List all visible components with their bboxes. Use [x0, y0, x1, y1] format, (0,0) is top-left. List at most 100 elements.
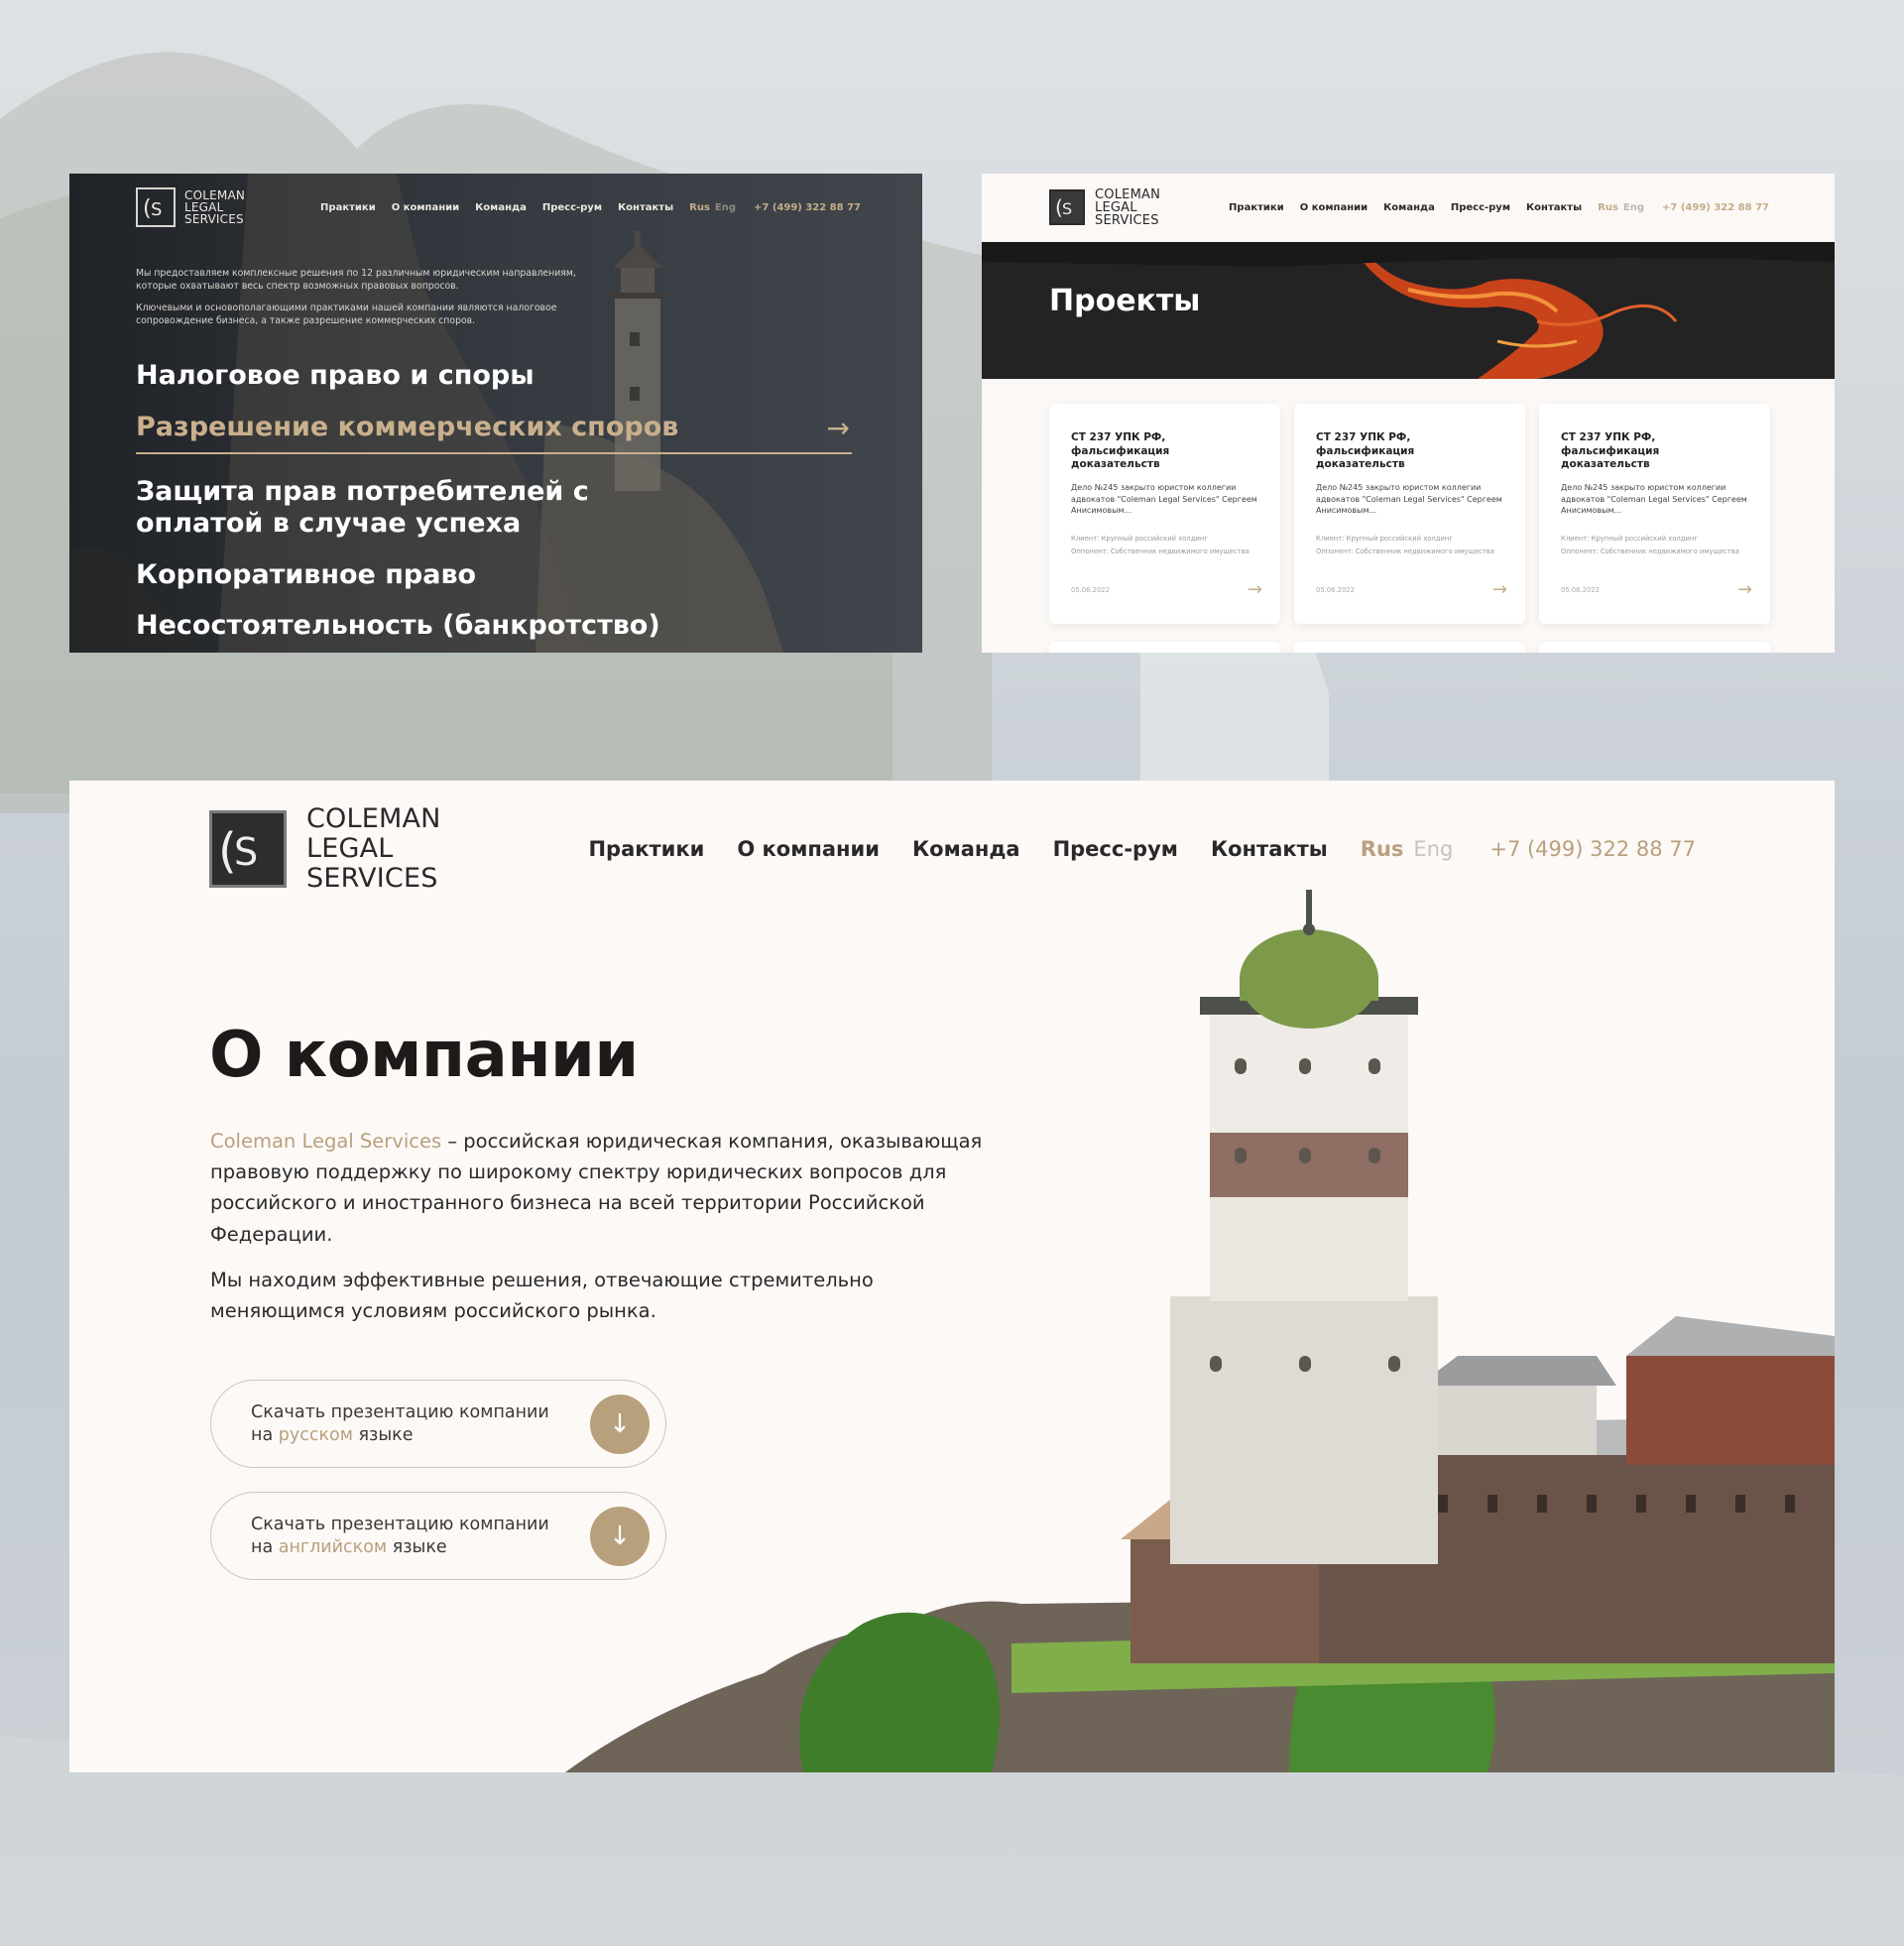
practice-item-consumer-rights[interactable]: Защита прав потребителей с оплатой в слу… [136, 476, 592, 540]
logo-line-1: COLEMAN [306, 803, 441, 835]
brand-logo[interactable]: (S COLEMAN LEGAL SERVICES [136, 187, 245, 227]
lang-rus[interactable]: Rus [1598, 202, 1618, 213]
button-label-suffix: языке [387, 1536, 447, 1557]
nav-practices[interactable]: Практики [320, 202, 376, 213]
project-card[interactable] [1539, 642, 1770, 653]
card-meta: Клиент: Крупный российский холдинг Оппон… [1316, 533, 1505, 559]
button-label: Скачать презентацию компании на английск… [251, 1514, 588, 1559]
brand-logo[interactable]: (S COLEMAN LEGAL SERVICES [209, 804, 441, 893]
phone-link[interactable]: +7 (499) 322 88 77 [754, 202, 861, 213]
arrow-right-icon[interactable]: → [1492, 579, 1507, 600]
nav-about[interactable]: О компании [737, 837, 880, 861]
download-presentation-en-button[interactable]: Скачать презентацию компании на английск… [210, 1492, 666, 1580]
card-description: Дело №245 закрыто юристом коллегии адвок… [1561, 482, 1747, 516]
practice-item-corporate[interactable]: Корпоративное право [136, 559, 852, 591]
project-card[interactable] [1294, 642, 1525, 653]
lang-rus[interactable]: Rus [689, 202, 710, 213]
logo-text: COLEMAN LEGAL SERVICES [184, 189, 245, 225]
nav-press[interactable]: Пресс-рум [542, 202, 602, 213]
nav-team[interactable]: Команда [912, 837, 1020, 861]
lang-rus[interactable]: Rus [1361, 837, 1404, 861]
card-title: СТ 237 УПК РФ, фальсификация доказательс… [1316, 431, 1415, 471]
nav-contacts[interactable]: Контакты [1211, 837, 1328, 861]
card-client: Клиент: Крупный российский холдинг [1071, 534, 1208, 543]
nav-practices[interactable]: Практики [1229, 202, 1284, 213]
about-paragraph-1: Coleman Legal Services – российская юрид… [210, 1126, 984, 1250]
practice-item-bankruptcy[interactable]: Несостоятельность (банкротство) [136, 610, 852, 642]
practice-item-tax[interactable]: Налоговое право и споры [136, 360, 852, 392]
project-cards: СТ 237 УПК РФ, фальсификация доказательс… [1049, 404, 1770, 624]
card-date: 05.06.2022 [1071, 586, 1110, 594]
card-opponent: Оппонент: Собственник недвижимого имущес… [1071, 547, 1250, 556]
card-meta: Клиент: Крупный российский холдинг Оппон… [1561, 533, 1750, 559]
main-nav: Практики О компании Команда Пресс-рум Ко… [588, 837, 1696, 861]
nav-team[interactable]: Команда [1383, 202, 1435, 213]
logo-line-3: SERVICES [184, 212, 244, 226]
card-client: Клиент: Крупный российский холдинг [1561, 534, 1698, 543]
practice-item-commercial-disputes[interactable]: Разрешение коммерческих споров → [136, 412, 852, 454]
projects-title: Проекты [1049, 284, 1201, 318]
logo-text: COLEMAN LEGAL SERVICES [306, 804, 441, 893]
card-description: Дело №245 закрыто юристом коллегии адвок… [1316, 482, 1502, 516]
about-paragraph-2: Мы находим эффективные решения, отвечающ… [210, 1268, 874, 1322]
project-card[interactable]: СТ 237 УПК РФ, фальсификация доказательс… [1294, 404, 1525, 624]
nav-contacts[interactable]: Контакты [618, 202, 673, 213]
brand-logo[interactable]: (S COLEMAN LEGAL SERVICES [1049, 188, 1160, 227]
card-title: СТ 237 УПК РФ, фальсификация доказательс… [1071, 431, 1170, 471]
intro-paragraph-1: Мы предоставляем комплексные решения по … [136, 268, 576, 293]
about-screen: (S COLEMAN LEGAL SERVICES Практики О ком… [69, 781, 1835, 1772]
nav-about[interactable]: О компании [392, 202, 459, 213]
company-name-link: Coleman Legal Services [210, 1130, 442, 1153]
logo-mark-icon: (S [1049, 189, 1085, 225]
lang-eng[interactable]: Eng [1413, 837, 1453, 861]
arrow-right-icon[interactable]: → [1737, 579, 1752, 600]
logo-line-3: SERVICES [306, 862, 438, 894]
card-client: Клиент: Крупный российский холдинг [1316, 534, 1453, 543]
nav-press[interactable]: Пресс-рум [1451, 202, 1510, 213]
language-switch: Rus Eng [1598, 202, 1644, 213]
main-nav: Практики О компании Команда Пресс-рум Ко… [320, 202, 861, 213]
arrow-right-icon: → [826, 411, 850, 444]
button-label-prefix: на [251, 1424, 279, 1445]
button-label-accent: английском [278, 1536, 388, 1557]
phone-link[interactable]: +7 (499) 322 88 77 [1662, 202, 1769, 213]
button-label-line1: Скачать презентацию компании [251, 1401, 549, 1422]
nav-contacts[interactable]: Контакты [1526, 202, 1582, 213]
lang-eng[interactable]: Eng [1623, 202, 1644, 213]
practices-header: (S COLEMAN LEGAL SERVICES Практики О ком… [136, 185, 861, 229]
logo-line-3: SERVICES [1095, 212, 1159, 228]
card-meta: Клиент: Крупный российский холдинг Оппон… [1071, 533, 1260, 559]
logo-mark-icon: (S [136, 187, 176, 227]
nav-practices[interactable]: Практики [588, 837, 704, 861]
project-card[interactable]: СТ 237 УПК РФ, фальсификация доказательс… [1049, 404, 1280, 624]
project-card[interactable]: СТ 237 УПК РФ, фальсификация доказательс… [1539, 404, 1770, 624]
card-description: Дело №245 закрыто юристом коллегии адвок… [1071, 482, 1257, 516]
project-card[interactable] [1049, 642, 1280, 653]
practices-list: Налоговое право и споры Разрешение комме… [136, 360, 852, 653]
svg-text:S: S [234, 830, 258, 874]
nav-team[interactable]: Команда [475, 202, 527, 213]
nav-about[interactable]: О компании [1300, 202, 1368, 213]
button-label-line1: Скачать презентацию компании [251, 1514, 549, 1534]
logo-line-2: LEGAL [306, 833, 394, 865]
logo-line-1: COLEMAN [1095, 186, 1161, 202]
phone-link[interactable]: +7 (499) 322 88 77 [1489, 837, 1696, 861]
logo-mark-icon: (S [209, 810, 287, 888]
card-title: СТ 237 УПК РФ, фальсификация доказательс… [1561, 431, 1660, 471]
button-label-prefix: на [251, 1536, 279, 1557]
arrow-right-icon[interactable]: → [1248, 579, 1262, 600]
download-arrow-icon: ↓ [590, 1507, 650, 1566]
nav-press[interactable]: Пресс-рум [1053, 837, 1178, 861]
language-switch: Rus Eng [1361, 837, 1454, 861]
svg-text:S: S [1062, 199, 1072, 218]
download-arrow-icon: ↓ [590, 1395, 650, 1454]
practices-intro: Мы предоставляем комплексные решения по … [136, 267, 592, 328]
card-opponent: Оппонент: Собственник недвижимого имущес… [1561, 547, 1739, 556]
button-label: Скачать презентацию компании на русском … [251, 1401, 588, 1447]
projects-screen: (S COLEMAN LEGAL SERVICES Практики О ком… [982, 174, 1835, 653]
logo-line-2: LEGAL [1095, 199, 1137, 215]
lang-eng[interactable]: Eng [715, 202, 736, 213]
practices-screen: (S COLEMAN LEGAL SERVICES Практики О ком… [69, 174, 922, 653]
download-presentation-ru-button[interactable]: Скачать презентацию компании на русском … [210, 1380, 666, 1468]
button-label-suffix: языке [352, 1424, 414, 1445]
